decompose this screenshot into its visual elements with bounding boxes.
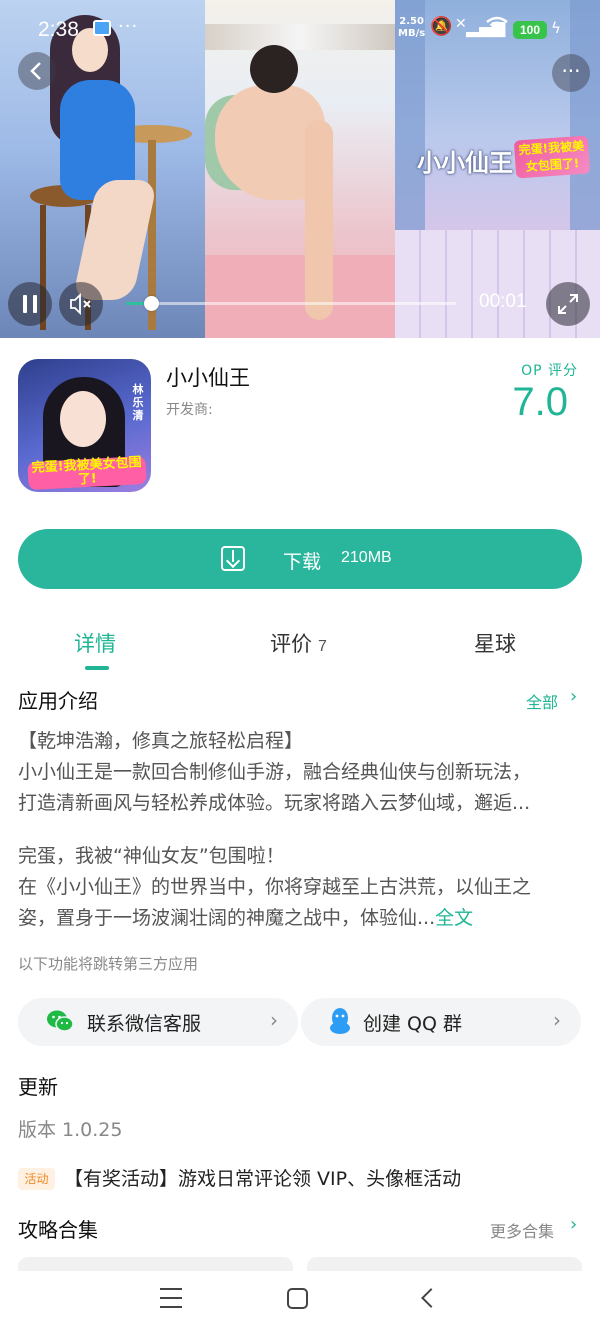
tab-reviews-label: 评价 <box>270 632 312 656</box>
app-icon-badge: 完蛋!我被美女包围了! <box>27 455 147 491</box>
chevron-right-icon[interactable]: › <box>570 686 577 707</box>
app-icon-character-name: 林乐清 <box>132 383 144 422</box>
chevron-right-icon[interactable]: › <box>570 1214 577 1235</box>
status-time: 2:38 <box>38 18 79 41</box>
video-elapsed-time: 00:01 <box>479 291 527 312</box>
tab-details-label: 详情 <box>74 632 116 656</box>
speaker-muted-icon <box>70 292 91 316</box>
intro-title: 应用介绍 <box>18 689 98 713</box>
guides-title: 攻略合集 <box>18 1218 98 1242</box>
update-title: 更新 <box>18 1075 58 1099</box>
full-text-link[interactable]: 全文 <box>435 907 473 929</box>
activity-badge: 活动 <box>18 1168 55 1190</box>
network-speed-unit: MB/s <box>398 28 426 39</box>
message-notification-icon <box>93 20 111 36</box>
intro2-line-3-text: 姿，置身于一场波澜壮阔的神魔之战中，体验仙... <box>18 907 436 929</box>
back-arrow-icon[interactable] <box>421 1288 441 1308</box>
battery-indicator: 100 <box>513 21 547 39</box>
tab-planet-label: 星球 <box>474 632 516 656</box>
network-speed-value: 2.50 <box>399 16 424 27</box>
intro2-line-1: 完蛋，我被“神仙女友”包围啦！ <box>18 845 285 867</box>
game-logo-title: 小小仙王 <box>417 148 513 177</box>
app-name: 小小仙王 <box>166 366 250 390</box>
no-sim-icon: ✕ <box>455 16 467 32</box>
more-notifications-icon: ··· <box>118 16 139 37</box>
fullscreen-button[interactable] <box>546 282 590 326</box>
system-navigation-bar <box>0 1272 600 1333</box>
charging-icon: ϟ <box>551 19 561 37</box>
intro-line-2: 小小仙王是一款回合制修仙手游，融合经典仙侠与创新玩法， <box>18 761 532 783</box>
game-logo-badge: 完蛋!我被美女包围了! <box>513 135 591 179</box>
intro2-line-2: 在《小小仙王》的世界当中，你将穿越至上古洪荒，以仙王之 <box>18 876 532 898</box>
wechat-support-label: 联系微信客服 <box>87 1013 202 1035</box>
wechat-support-button[interactable]: 联系微信客服 › <box>18 998 298 1046</box>
create-qq-group-button[interactable]: 创建 QQ 群 › <box>301 998 581 1046</box>
download-size: 210MB <box>341 549 392 566</box>
guide-card[interactable] <box>307 1257 582 1271</box>
activity-link[interactable]: 【有奖活动】游戏日常评论领 VIP、头像框活动 <box>64 1164 461 1191</box>
chevron-right-icon: › <box>270 1008 278 1032</box>
back-button[interactable] <box>18 52 56 90</box>
home-icon[interactable] <box>287 1288 308 1309</box>
app-icon: 林乐清 完蛋!我被美女包围了! <box>18 359 151 492</box>
tab-reviews[interactable]: 评价 7 <box>270 628 327 658</box>
version-text: 版本 1.0.25 <box>18 1119 123 1141</box>
guide-card[interactable] <box>18 1257 293 1271</box>
score-label: OP 评分 <box>521 363 578 379</box>
wifi-icon <box>486 16 508 39</box>
intro-line-3: 打造清新画风与轻松养成体验。玩家将踏入云梦仙域，邂逅... <box>18 792 531 814</box>
third-party-note: 以下功能将跳转第三方应用 <box>18 955 199 973</box>
mute-button[interactable] <box>59 282 103 326</box>
intro-line-1: 【乾坤浩瀚，修真之旅轻松启程】 <box>18 730 304 752</box>
intro2-line-3: 姿，置身于一场波澜壮阔的神魔之战中，体验仙...全文 <box>18 903 584 934</box>
create-qq-group-label: 创建 QQ 群 <box>363 1013 462 1035</box>
pause-button[interactable] <box>8 282 52 326</box>
video-progress-bar[interactable] <box>126 296 456 311</box>
recent-apps-icon[interactable] <box>160 1288 182 1308</box>
active-tab-indicator <box>85 666 109 670</box>
more-options-button[interactable]: ··· <box>552 54 590 92</box>
video-player[interactable]: 小小仙王 完蛋!我被美女包围了! 2:38 ··· 2.50 MB/s 🔕 ✕ … <box>0 0 600 338</box>
tab-reviews-count: 7 <box>318 638 327 655</box>
intro-see-all-link[interactable]: 全部 <box>526 689 558 713</box>
chevron-left-icon <box>30 62 41 80</box>
tab-details[interactable]: 详情 <box>74 628 116 658</box>
expand-icon <box>558 294 578 314</box>
silent-bell-icon: 🔕 <box>430 16 453 37</box>
more-horizontal-icon: ··· <box>561 59 581 83</box>
tab-planet[interactable]: 星球 <box>474 628 516 658</box>
download-button[interactable]: 下载 210MB <box>18 529 582 589</box>
developer-label: 开发商: <box>166 402 213 418</box>
more-guides-link[interactable]: 更多合集 <box>490 1218 554 1242</box>
app-score: 7.0 <box>512 380 568 424</box>
status-bar: 2:38 ··· 2.50 MB/s 🔕 ✕ ▂▄▆ 100 ϟ <box>0 0 600 56</box>
download-icon <box>221 546 245 571</box>
download-label: 下载 <box>283 551 322 573</box>
network-speed: 2.50 MB/s <box>398 16 425 40</box>
wechat-icon <box>47 1010 74 1032</box>
qq-penguin-icon <box>330 1008 350 1034</box>
chevron-right-icon: › <box>553 1008 561 1032</box>
